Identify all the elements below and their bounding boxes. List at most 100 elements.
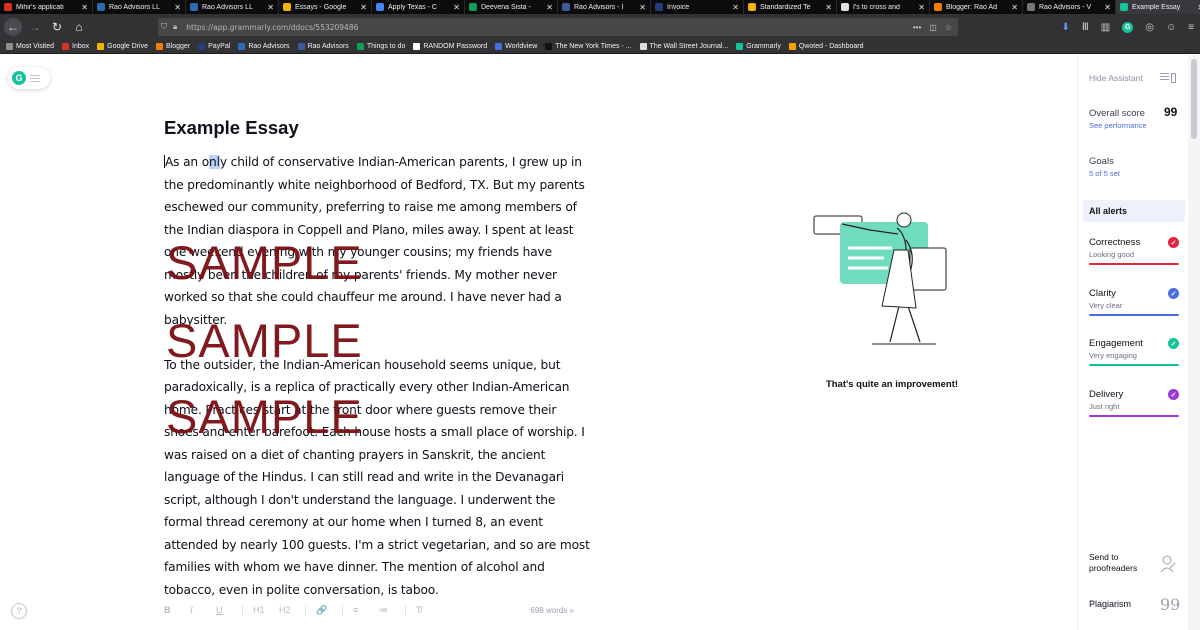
plagiarism-button[interactable]: Plagiarism [1089,599,1131,609]
italic-button[interactable]: I [190,605,216,615]
bookmark-label: Rao Advisors [307,43,349,50]
more-dots-icon[interactable]: ••• [913,23,921,32]
browser-tab-label: Rao Advisors LL [109,3,160,11]
address-bar[interactable]: ⛉ 🔒︎ https://app.grammarly.com/ddocs/553… [158,18,958,36]
browser-tab[interactable]: Deevena Sista - ✕ [465,0,558,14]
underline-button[interactable]: U [216,605,242,615]
bookmark-label: RANDOM Password [423,43,488,50]
lock-icon[interactable]: 🔒︎ [173,22,177,32]
close-tab-icon[interactable]: ✕ [174,3,181,12]
goals-label[interactable]: Goals [1089,156,1114,167]
close-tab-icon[interactable]: ✕ [267,3,274,12]
forward-arrow-icon[interactable]: → [26,18,44,36]
pocket-icon[interactable]: ◫ [929,23,937,32]
grammarly-extension-icon[interactable]: G [1122,21,1134,33]
bookmark-item[interactable]: The New York Times - ... [545,43,632,50]
bold-button[interactable]: B [164,605,190,615]
help-icon[interactable]: ? [11,603,27,619]
heading-1-button[interactable]: H1 [253,605,279,615]
home-icon[interactable]: ⌂ [70,18,88,36]
sidebar-icon[interactable]: ▥ [1101,22,1110,33]
close-tab-icon[interactable]: ✕ [1011,3,1018,12]
alert-category-delivery[interactable]: Delivery Just right ✓ [1089,389,1179,417]
page-scrollbar[interactable] [1188,55,1200,630]
download-icon[interactable]: ⬇ [1061,22,1069,33]
browser-tab[interactable]: Standardized Te ✕ [744,0,837,14]
sample-watermark: SAMPLE [166,390,363,443]
bookmark-item[interactable]: Rao Advisors [238,43,290,50]
sheets-icon [469,3,477,11]
menu-icon[interactable]: ≡ [1188,22,1194,33]
document-title[interactable]: Example Essay [164,117,299,139]
bookmark-item[interactable]: Most Visited [6,43,54,50]
account-icon[interactable]: ☺ [1166,22,1176,33]
proofreader-person-icon[interactable] [1160,555,1176,573]
close-tab-icon[interactable]: ✕ [639,3,646,12]
close-tab-icon[interactable]: ✕ [81,3,88,12]
bookmark-item[interactable]: Blogger [155,43,191,50]
link-icon[interactable]: 🔗 [316,605,342,616]
browser-tab[interactable]: Mihir's applicati ✕ [0,0,93,14]
bookmark-item[interactable]: Worldview [495,43,537,50]
browser-tab[interactable]: Rao Advisors LL ✕ [93,0,186,14]
heading-2-button[interactable]: H2 [279,605,305,615]
close-tab-icon[interactable]: ✕ [546,3,553,12]
alert-category-clarity[interactable]: Clarity Very clear ✓ [1089,288,1179,316]
quote-icon[interactable]: 99 [1160,595,1180,614]
paypal-icon [198,43,206,50]
shield-icon[interactable]: ⛉ [161,22,167,32]
bookmark-item[interactable]: Rao Advisors [297,43,349,50]
browser-tab[interactable]: Rao Advisors LL ✕ [186,0,279,14]
library-icon[interactable]: Ⅲ [1082,22,1089,33]
see-performance-link[interactable]: See performance [1089,121,1147,130]
overall-score-label[interactable]: Overall score [1089,108,1145,119]
reload-icon[interactable]: ↻ [48,18,66,36]
bookmark-item[interactable]: Inbox [62,43,89,50]
grammarly-menu-badge[interactable]: G [8,67,50,89]
hamburger-menu-icon [30,73,40,84]
overall-score-value[interactable]: 99 [1164,105,1177,119]
hide-assistant-icon[interactable] [1160,73,1176,83]
scrollbar-thumb[interactable] [1191,59,1197,139]
alert-category-engagement[interactable]: Engagement Very engaging ✓ [1089,338,1179,366]
bookmark-item[interactable]: PayPal [198,43,230,50]
close-tab-icon[interactable]: ✕ [918,3,925,12]
browser-tab[interactable]: Rao Advisors - I ✕ [558,0,651,14]
browser-tab[interactable]: Example Essay✕ [1116,0,1200,14]
text-selection[interactable]: nl [209,155,220,169]
clear-format-icon[interactable]: T̸ [416,605,442,615]
document-body[interactable]: As an only child of conservative Indian-… [164,151,594,624]
browser-tab[interactable]: Essays - Google ✕ [279,0,372,14]
send-to-proofreaders-button[interactable]: Send to proofreaders [1089,552,1137,574]
close-tab-icon[interactable]: ✕ [732,3,739,12]
bookmark-star-icon[interactable]: ☆ [945,23,952,32]
close-tab-icon[interactable]: ✕ [360,3,367,12]
close-tab-icon[interactable]: ✕ [453,3,460,12]
url-text[interactable]: https://app.grammarly.com/ddocs/55320948… [186,23,358,32]
bulleted-list-icon[interactable]: ≔ [379,605,405,616]
browser-tab[interactable]: Blogger: Rao Ad ✕ [930,0,1023,14]
browser-tab[interactable]: Rao Advisors - V ✕ [1023,0,1116,14]
all-alerts-tab[interactable]: All alerts [1083,200,1185,222]
bookmark-item[interactable]: RANDOM Password [413,43,487,50]
bookmark-label: Blogger [165,43,191,50]
close-tab-icon[interactable]: ✕ [825,3,832,12]
browser-tab[interactable]: Invoice ✕ [651,0,744,14]
numbered-list-icon[interactable]: ≡ [353,605,379,615]
browser-tab[interactable]: Apply Texas - C ✕ [372,0,465,14]
back-arrow-icon[interactable]: ← [4,18,22,36]
close-tab-icon[interactable]: ✕ [1104,3,1111,12]
bookmark-label: Things to do [366,43,406,50]
rao-icon [97,3,105,11]
bookmark-item[interactable]: Qwoted - Dashboard [788,43,863,50]
bookmark-item[interactable]: Google Drive [97,43,148,50]
browser-tab[interactable]: I's to cross and ✕ [837,0,930,14]
word-count[interactable]: 698 words » [530,606,584,615]
bookmark-item[interactable]: Things to do [356,43,406,50]
extension-icon[interactable]: ◎ [1145,22,1154,33]
hide-assistant-link[interactable]: Hide Assistant [1089,73,1143,83]
alert-category-correctness[interactable]: Correctness Looking good ✓ [1089,237,1179,265]
bookmark-item[interactable]: Grammarly [736,43,781,50]
bookmark-item[interactable]: The Wall Street Journal... [639,43,728,50]
goals-value-link[interactable]: 5 of 5 set [1089,169,1120,178]
